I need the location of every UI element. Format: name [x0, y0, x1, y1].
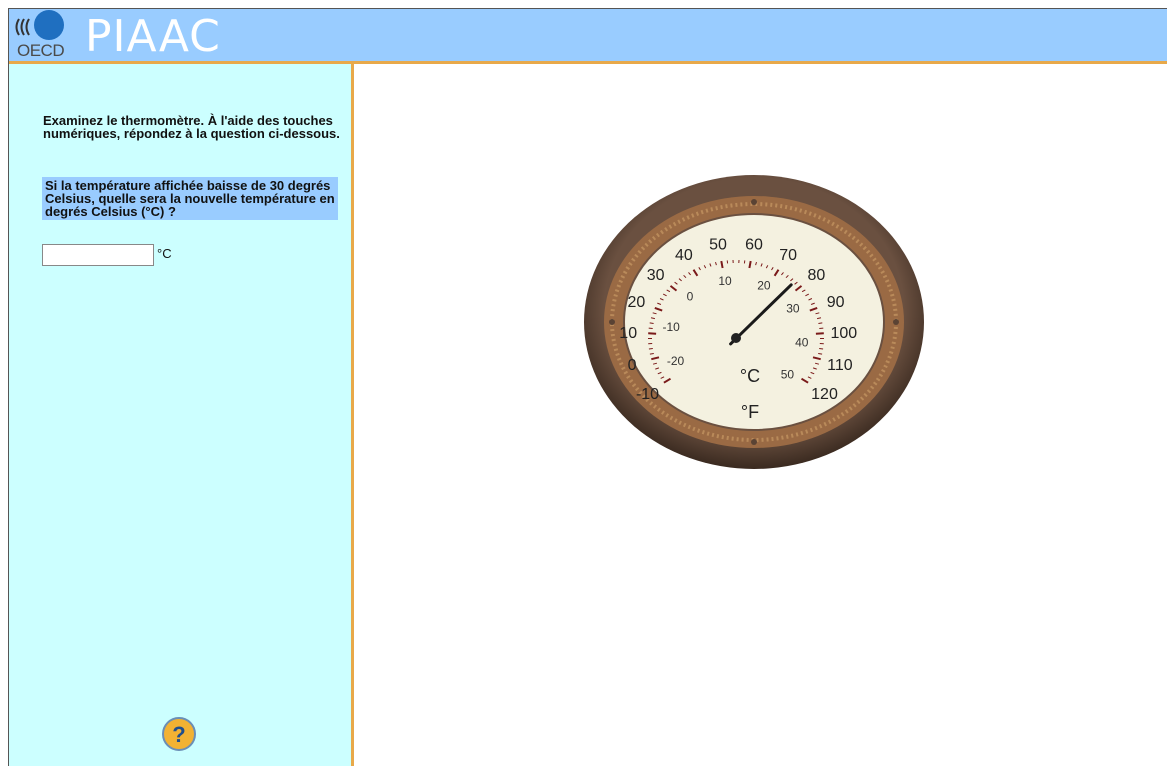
- fahrenheit-label: 90: [827, 294, 845, 311]
- fahrenheit-label: -10: [636, 386, 659, 403]
- celsius-label: 30: [786, 302, 800, 316]
- app-title: PIAAC: [85, 11, 221, 62]
- celsius-label: 10: [718, 274, 732, 288]
- oecd-logo-text: OECD: [17, 41, 65, 60]
- oecd-logo: OECD: [11, 9, 81, 61]
- question-panel: Examinez le thermomètre. À l'aide des to…: [9, 64, 354, 766]
- help-symbol: ?: [172, 722, 185, 747]
- celsius-label: 20: [757, 278, 771, 292]
- fahrenheit-label: 120: [811, 386, 838, 403]
- fahrenheit-label: 40: [675, 247, 693, 264]
- instruction-text: Examinez le thermomètre. À l'aide des to…: [43, 113, 340, 141]
- fahrenheit-label: 60: [745, 236, 763, 253]
- fahrenheit-label: 30: [647, 267, 665, 284]
- celsius-label: 50: [781, 367, 795, 381]
- fahrenheit-label: 80: [808, 267, 826, 284]
- celsius-label: 40: [795, 335, 809, 349]
- fahrenheit-unit-label: °F: [741, 402, 759, 422]
- fahrenheit-label: 70: [779, 247, 797, 264]
- fahrenheit-label: 100: [830, 325, 857, 342]
- celsius-label: -20: [667, 354, 685, 368]
- celsius-label: -10: [663, 320, 681, 334]
- help-icon: ?: [162, 717, 196, 751]
- thermometer-dial: -1001020304050 60708090100110120 -20-1001…: [584, 175, 924, 469]
- fahrenheit-label: 0: [628, 357, 637, 374]
- help-button[interactable]: ?: [161, 716, 197, 752]
- header-bar: OECD PIAAC: [9, 9, 1167, 64]
- fahrenheit-label: 10: [619, 325, 637, 342]
- stimulus-area: -10 0 10 20 30 40 50 60 70 80 90 100 110 120 -20 -10 0 1…: [354, 64, 1167, 766]
- needle-hub: [731, 333, 741, 343]
- question-text: Si la température affichée baisse de 30 …: [42, 177, 338, 220]
- celsius-unit-label: °C: [740, 366, 760, 386]
- celsius-label: 0: [687, 289, 694, 303]
- answer-unit-label: °C: [157, 246, 172, 261]
- fahrenheit-label: 50: [709, 236, 727, 253]
- fahrenheit-label: 110: [827, 357, 853, 374]
- answer-input[interactable]: [42, 244, 154, 266]
- fahrenheit-label: 20: [628, 294, 646, 311]
